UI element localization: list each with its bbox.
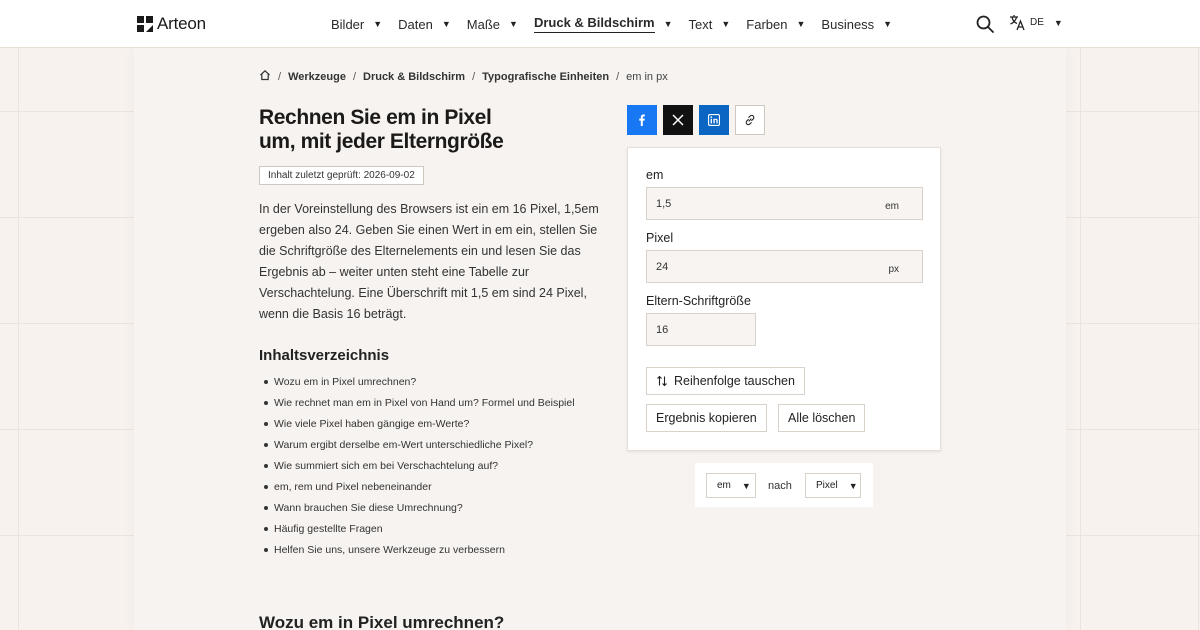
- main-nav: Bilder ▼ Daten ▼ Maße ▼ Druck & Bildschirm ▼…: [331, 0, 908, 48]
- toc-item[interactable]: em, rem und Pixel nebeneinander: [264, 478, 575, 499]
- share-x-button[interactable]: [663, 105, 693, 135]
- link-icon: [745, 114, 755, 126]
- caret-down-icon: ▼: [441, 19, 451, 29]
- toc-item[interactable]: Wie rechnet man em in Pixel von Hand um?…: [264, 394, 575, 415]
- facebook-icon: [639, 114, 645, 126]
- toc-item[interactable]: Wozu em in Pixel umrechnen?: [264, 373, 575, 394]
- breadcrumb: / Werkzeuge / Druck & Bildschirm / Typog…: [259, 69, 668, 84]
- nav-label: Farben: [746, 16, 788, 32]
- copy-result-button[interactable]: Ergebnis kopieren: [646, 404, 767, 432]
- caret-down-icon: ▼: [721, 19, 731, 29]
- translate-icon: [1010, 15, 1025, 31]
- pixel-input[interactable]: 24 px: [646, 250, 923, 283]
- from-unit-value: em: [717, 480, 731, 491]
- x-logo-icon: [672, 114, 684, 126]
- from-unit-select[interactable]: em ▼: [706, 473, 756, 498]
- caret-down-icon: ▼: [848, 480, 858, 491]
- breadcrumb-separator: /: [616, 70, 620, 83]
- caret-down-icon: ▼: [741, 480, 751, 491]
- em-input[interactable]: 1,5 em: [646, 187, 923, 220]
- nav-item-text[interactable]: Text ▼: [689, 0, 731, 48]
- caret-down-icon: ▼: [1053, 17, 1063, 28]
- breadcrumb-link-werkzeuge[interactable]: Werkzeuge: [288, 71, 346, 83]
- intro-paragraph: In der Voreinstellung des Browsers ist e…: [259, 202, 599, 321]
- toc-item[interactable]: Wann brauchen Sie diese Umrechnung?: [264, 499, 575, 520]
- converter-panel: em 1,5 em Pixel 24 px Eltern-Schriftgröß…: [627, 147, 941, 451]
- em-unit: em: [885, 201, 899, 212]
- breadcrumb-separator: /: [278, 70, 282, 83]
- nav-item-farben[interactable]: Farben ▼: [746, 0, 805, 48]
- swap-order-label: Reihenfolge tauschen: [674, 374, 795, 388]
- search-button[interactable]: [975, 14, 995, 34]
- top-navigation-bar: Arteon Bilder ▼ Daten ▼ Maße ▼ Druck & Bild…: [0, 0, 1200, 48]
- search-icon: [976, 15, 994, 33]
- caret-down-icon: ▼: [509, 19, 518, 29]
- nav-label: Text: [688, 16, 713, 32]
- parent-font-size-value: 16: [656, 324, 669, 336]
- toc-item[interactable]: Warum ergibt derselbe em-Wert unterschie…: [264, 436, 575, 457]
- breadcrumb-separator: /: [472, 70, 476, 83]
- clear-all-button[interactable]: Alle löschen: [778, 404, 866, 432]
- language-code: DE: [1030, 17, 1044, 28]
- linkedin-icon: [708, 114, 720, 126]
- nav-label: Daten: [398, 16, 433, 32]
- conversion-direction: em ▼ nach Pixel ▼: [695, 463, 873, 507]
- page-title-line-1: Rechnen Sie em in Pixel: [259, 106, 492, 129]
- nav-item-bilder[interactable]: Bilder ▼: [331, 0, 382, 48]
- breadcrumb-link-typografische-einheiten[interactable]: Typografische Einheiten: [482, 71, 609, 83]
- nav-label: Business: [821, 16, 875, 32]
- table-of-contents: Wozu em in Pixel umrechnen? Wie rechnet …: [264, 373, 575, 562]
- nav-item-druck-bildschirm[interactable]: Druck & Bildschirm ▼: [533, 0, 673, 48]
- toc-item[interactable]: Wie summiert sich em bei Verschachtelung…: [264, 457, 575, 478]
- share-facebook-button[interactable]: [627, 105, 657, 135]
- caret-down-icon: ▼: [796, 19, 806, 29]
- copy-link-button[interactable]: [735, 105, 765, 135]
- home-icon[interactable]: [259, 69, 271, 84]
- pixel-label: Pixel: [646, 231, 674, 245]
- pixel-input-value: 24: [656, 261, 669, 273]
- brand-name: Arteon: [157, 14, 206, 33]
- caret-down-icon: ▼: [373, 19, 383, 29]
- em-input-value: 1,5: [656, 198, 672, 210]
- nav-item-daten[interactable]: Daten ▼: [398, 0, 451, 48]
- section-title: Wozu em in Pixel umrechnen?: [259, 613, 505, 630]
- page-title: Rechnen Sie em in Pixel um, mit jeder El…: [259, 106, 589, 154]
- clear-all-label: Alle löschen: [788, 411, 856, 425]
- caret-down-icon: ▼: [883, 19, 893, 29]
- nav-item-masse[interactable]: Maße ▼: [467, 0, 518, 48]
- reviewed-badge: Inhalt zuletzt geprüft: 2026-09-02: [259, 166, 424, 185]
- breadcrumb-separator: /: [352, 70, 356, 83]
- toc-title: Inhaltsverzeichnis: [259, 347, 390, 364]
- share-linkedin-button[interactable]: [699, 105, 729, 135]
- caret-down-icon: ▼: [663, 19, 673, 29]
- parent-font-size-label: Eltern-Schriftgröße: [646, 294, 751, 308]
- breadcrumb-link-druck-bildschirm[interactable]: Druck & Bildschirm: [363, 71, 465, 83]
- breadcrumb-current: em in px: [626, 70, 668, 83]
- brand-logo[interactable]: Arteon: [137, 14, 206, 34]
- nav-item-business[interactable]: Business ▼: [821, 0, 892, 48]
- swap-order-button[interactable]: Reihenfolge tauschen: [646, 367, 805, 395]
- page-title-line-2: um, mit jeder Elterngröße: [259, 130, 504, 153]
- em-label: em: [646, 168, 664, 182]
- toc-item[interactable]: Helfen Sie uns, unsere Werkzeuge zu verb…: [264, 541, 575, 562]
- toc-item[interactable]: Wie viele Pixel haben gängige em-Werte?: [264, 415, 575, 436]
- nav-label: Bilder: [331, 16, 365, 32]
- language-switcher[interactable]: DE ▼: [1009, 14, 1063, 31]
- arteon-logo-icon: [137, 16, 153, 32]
- toc-item[interactable]: Häufig gestellte Fragen: [264, 520, 575, 541]
- direction-connector: nach: [768, 480, 792, 492]
- nav-label: Druck & Bildschirm: [533, 15, 655, 33]
- nav-label: Maße: [466, 16, 501, 32]
- to-unit-value: Pixel: [816, 480, 838, 491]
- copy-result-label: Ergebnis kopieren: [656, 411, 757, 425]
- parent-font-size-input[interactable]: 16: [646, 313, 756, 346]
- to-unit-select[interactable]: Pixel ▼: [805, 473, 861, 498]
- pixel-unit: px: [888, 264, 899, 275]
- swap-vertical-icon: [657, 375, 667, 387]
- share-buttons: [627, 105, 765, 135]
